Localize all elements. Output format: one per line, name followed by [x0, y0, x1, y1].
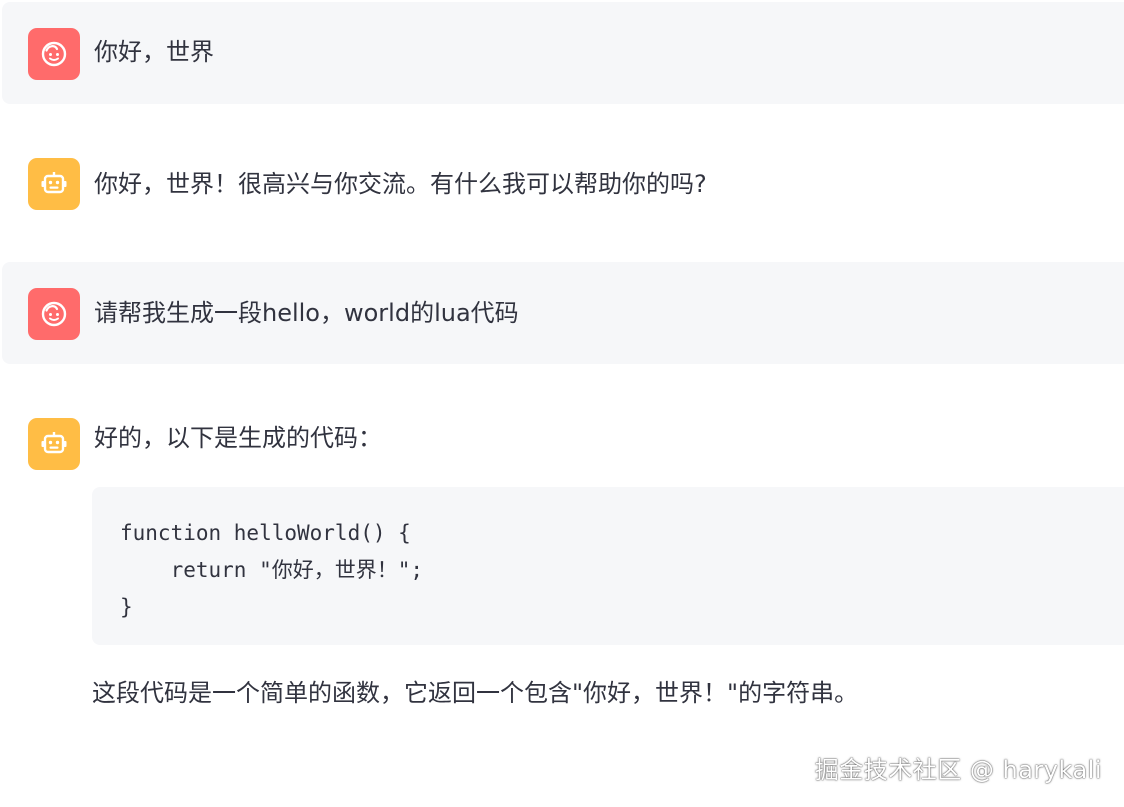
code-block[interactable]: function helloWorld() { return "你好，世界！";… [92, 487, 1124, 645]
chat-message-assistant: 你好，世界！很高兴与你交流。有什么我可以帮助你的吗? [2, 132, 1124, 234]
message-text: 请帮我生成一段hello，world的lua代码 [94, 299, 519, 327]
smiley-face-icon [40, 300, 68, 328]
message-text: 好的，以下是生成的代码： [94, 424, 382, 452]
code-line: } [120, 595, 133, 619]
assistant-avatar [28, 418, 80, 470]
message-text: 你好，世界 [94, 38, 214, 66]
message-text: 你好，世界！很高兴与你交流。有什么我可以帮助你的吗? [94, 170, 707, 198]
message-followup-text: 这段代码是一个简单的函数，它返回一个包含"你好，世界！"的字符串。 [92, 679, 859, 707]
smiley-face-icon [40, 40, 68, 68]
user-avatar [28, 288, 80, 340]
chat-message-user: 请帮我生成一段hello，world的lua代码 [2, 262, 1124, 364]
watermark: 掘金技术社区 @ harykali [814, 756, 1102, 784]
chat-message-user: 你好，世界 [2, 2, 1124, 104]
robot-icon [40, 430, 68, 458]
chat-container: 你好，世界 你好，世界！很高兴与你交流。有什么我可以帮助你的吗? 请帮我生成一段… [0, 0, 1124, 807]
user-avatar [28, 28, 80, 80]
code-line: function helloWorld() { [120, 521, 411, 545]
robot-icon [40, 170, 68, 198]
assistant-avatar [28, 158, 80, 210]
code-line: return "你好，世界！"; [120, 558, 424, 582]
